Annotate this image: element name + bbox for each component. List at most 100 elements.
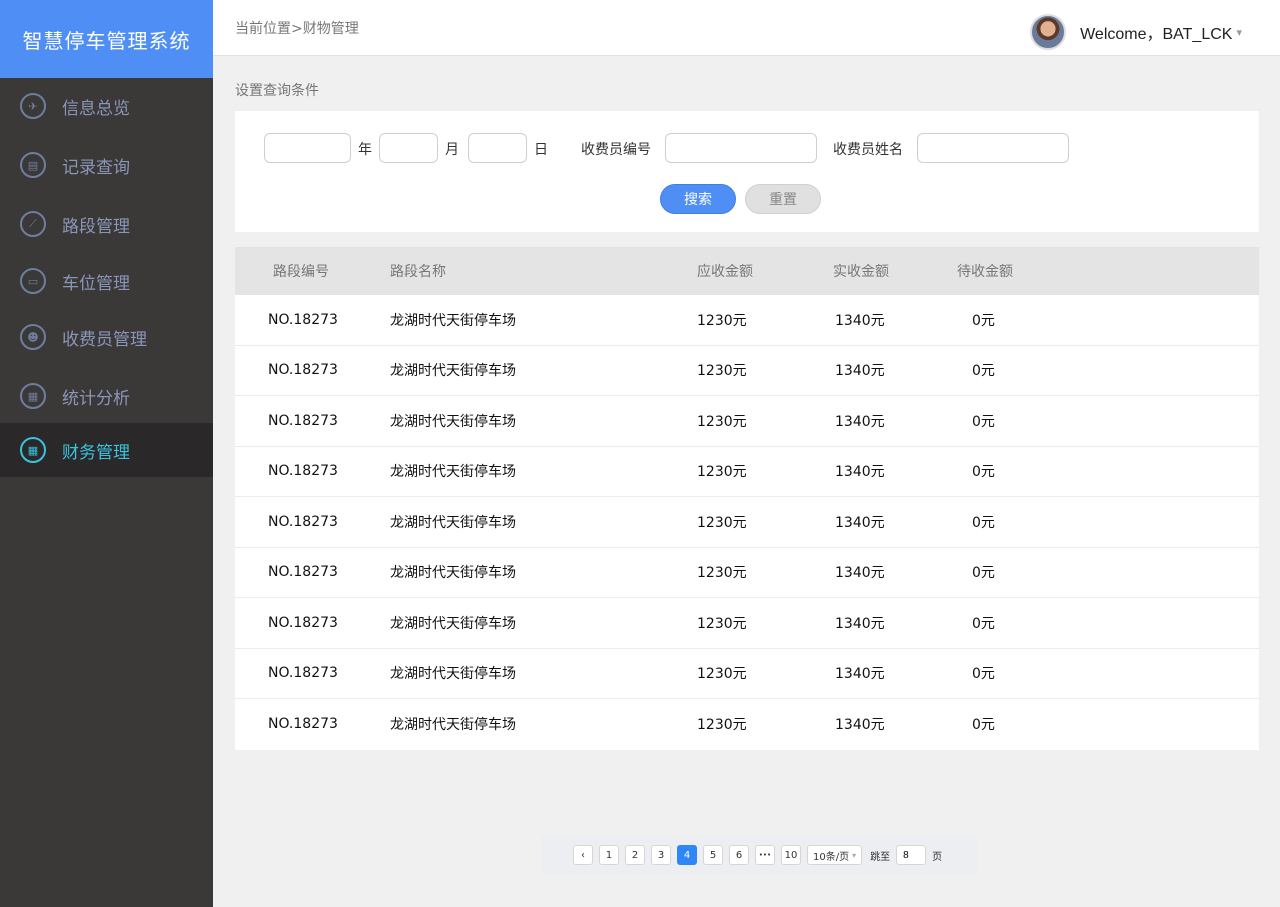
table-cell: 1230元	[697, 413, 747, 430]
page-ellipsis[interactable]: •••	[755, 845, 775, 865]
pagination: ‹ 123456 ••• 10 10条/页 ▾ 跳至 页	[541, 836, 977, 874]
table-cell: 龙湖时代天街停车场	[390, 363, 516, 380]
month-label: 月	[445, 142, 459, 158]
page-button-2[interactable]: 2	[625, 845, 645, 865]
table-cell: 龙湖时代天街停车场	[390, 615, 516, 632]
table-cell: 1340元	[835, 666, 885, 683]
table-cell: 龙湖时代天街停车场	[390, 666, 516, 683]
table-cell: 1340元	[835, 464, 885, 481]
sidebar-item-label: 收费员管理	[62, 329, 147, 350]
page-unit-label: 页	[932, 851, 943, 863]
column-header: 路段编号	[273, 264, 329, 280]
collector-id-input[interactable]	[665, 133, 817, 163]
table-cell: 1230元	[697, 363, 747, 380]
table-cell: 龙湖时代天街停车场	[390, 514, 516, 531]
sidebar-item-road-sections[interactable]: ⟋ 路段管理	[0, 197, 213, 251]
table-row: NO.18273 龙湖时代天街停车场 1230元 1340元 0元	[235, 699, 1259, 750]
column-header: 路段名称	[390, 264, 446, 280]
table-row: NO.18273 龙湖时代天街停车场 1230元 1340元 0元	[235, 396, 1259, 447]
collector-id-label: 收费员编号	[581, 142, 651, 158]
car-icon: ▭	[20, 268, 46, 294]
table-cell: 1230元	[697, 514, 747, 531]
table-row: NO.18273 龙湖时代天街停车场 1230元 1340元 0元	[235, 497, 1259, 548]
sidebar-item-finance[interactable]: ▦ 财务管理	[0, 423, 213, 477]
page-button-last[interactable]: 10	[781, 845, 801, 865]
table-cell: 1340元	[835, 312, 885, 329]
breadcrumb: 当前位置>财物管理	[235, 21, 359, 37]
table-cell: 1230元	[697, 312, 747, 329]
sidebar-item-overview[interactable]: ✈ 信息总览	[0, 79, 213, 133]
chart-icon: ⟋	[20, 211, 46, 237]
table-cell: NO.18273	[268, 362, 338, 379]
day-label: 日	[534, 142, 548, 158]
users-icon: ☻	[20, 324, 46, 350]
table-cell: NO.18273	[268, 614, 338, 631]
page-size-select[interactable]: 10条/页 ▾	[807, 845, 863, 865]
page-size-value: 10条/页	[813, 851, 850, 863]
finance-table: 路段编号 路段名称 应收金额 实收金额 待收金额 NO.18273 龙湖时代天街停…	[235, 247, 1259, 750]
table-cell: 1340元	[835, 717, 885, 734]
reset-button[interactable]: 重置	[745, 184, 821, 214]
collector-name-label: 收费员姓名	[833, 142, 903, 158]
table-row: NO.18273 龙湖时代天街停车场 1230元 1340元 0元	[235, 295, 1259, 346]
table-row: NO.18273 龙湖时代天街停车场 1230元 1340元 0元	[235, 649, 1259, 699]
table-cell: 1230元	[697, 717, 747, 734]
table-cell: 0元	[972, 615, 995, 632]
table-cell: 0元	[972, 514, 995, 531]
sidebar-item-records[interactable]: ▤ 记录查询	[0, 138, 213, 192]
prev-page-button[interactable]: ‹	[573, 845, 593, 865]
page-button-3[interactable]: 3	[651, 845, 671, 865]
sidebar-item-label: 统计分析	[62, 388, 130, 409]
sidebar-item-label: 信息总览	[62, 98, 130, 119]
table-cell: 0元	[972, 363, 995, 380]
calculator-icon: ▦	[20, 437, 46, 463]
table-cell: 0元	[972, 312, 995, 329]
sidebar-item-parking-spaces[interactable]: ▭ 车位管理	[0, 254, 213, 308]
welcome-text: Welcome，BAT_LCK	[1080, 26, 1233, 43]
table-cell: 龙湖时代天街停车场	[390, 464, 516, 481]
month-input[interactable]	[379, 133, 438, 163]
calculator-icon: ▦	[20, 383, 46, 409]
year-input[interactable]	[264, 133, 351, 163]
page-button-5[interactable]: 5	[703, 845, 723, 865]
sidebar-item-statistics[interactable]: ▦ 统计分析	[0, 369, 213, 423]
chevron-down-icon[interactable]: ▾	[1236, 26, 1242, 39]
table-cell: NO.18273	[268, 463, 338, 480]
sidebar-item-label: 车位管理	[62, 273, 130, 294]
table-cell: 1340元	[835, 514, 885, 531]
collector-name-input[interactable]	[917, 133, 1069, 163]
chevron-down-icon: ▾	[852, 850, 857, 860]
app-title: 智慧停车管理系统	[0, 0, 213, 78]
jump-page-input[interactable]	[896, 845, 927, 865]
table-cell: 1230元	[697, 565, 747, 582]
table-cell: 龙湖时代天街停车场	[390, 717, 516, 734]
table-cell: 1340元	[835, 615, 885, 632]
sidebar: 智慧停车管理系统 ✈ 信息总览 ▤ 记录查询 ⟋ 路段管理 ▭ 车位管理 ☻ 收…	[0, 0, 213, 907]
table-cell: NO.18273	[268, 564, 338, 581]
page-button-6[interactable]: 6	[729, 845, 749, 865]
jump-label: 跳至	[870, 851, 891, 863]
table-cell: 0元	[972, 717, 995, 734]
table-cell: 0元	[972, 413, 995, 430]
table-row: NO.18273 龙湖时代天街停车场 1230元 1340元 0元	[235, 548, 1259, 598]
top-header: 当前位置>财物管理 Welcome，BAT_LCK ▾	[213, 0, 1280, 56]
table-cell: 1340元	[835, 413, 885, 430]
page-button-4[interactable]: 4	[677, 845, 697, 865]
search-button[interactable]: 搜索	[660, 184, 736, 214]
table-row: NO.18273 龙湖时代天街停车场 1230元 1340元 0元	[235, 598, 1259, 649]
query-section-title: 设置查询条件	[235, 83, 319, 99]
table-cell: 0元	[972, 565, 995, 582]
page-button-1[interactable]: 1	[599, 845, 619, 865]
table-cell: 1230元	[697, 464, 747, 481]
sidebar-item-collectors[interactable]: ☻ 收费员管理	[0, 310, 213, 364]
column-header: 待收金额	[957, 264, 1013, 280]
year-label: 年	[358, 142, 372, 158]
table-row: NO.18273 龙湖时代天街停车场 1230元 1340元 0元	[235, 447, 1259, 497]
table-cell: NO.18273	[268, 311, 338, 328]
table-cell: 1230元	[697, 615, 747, 632]
day-input[interactable]	[468, 133, 527, 163]
user-menu[interactable]: Welcome，BAT_LCK ▾	[1030, 14, 1242, 50]
table-cell: 0元	[972, 464, 995, 481]
avatar[interactable]	[1030, 14, 1067, 50]
table-cell: 1230元	[697, 666, 747, 683]
